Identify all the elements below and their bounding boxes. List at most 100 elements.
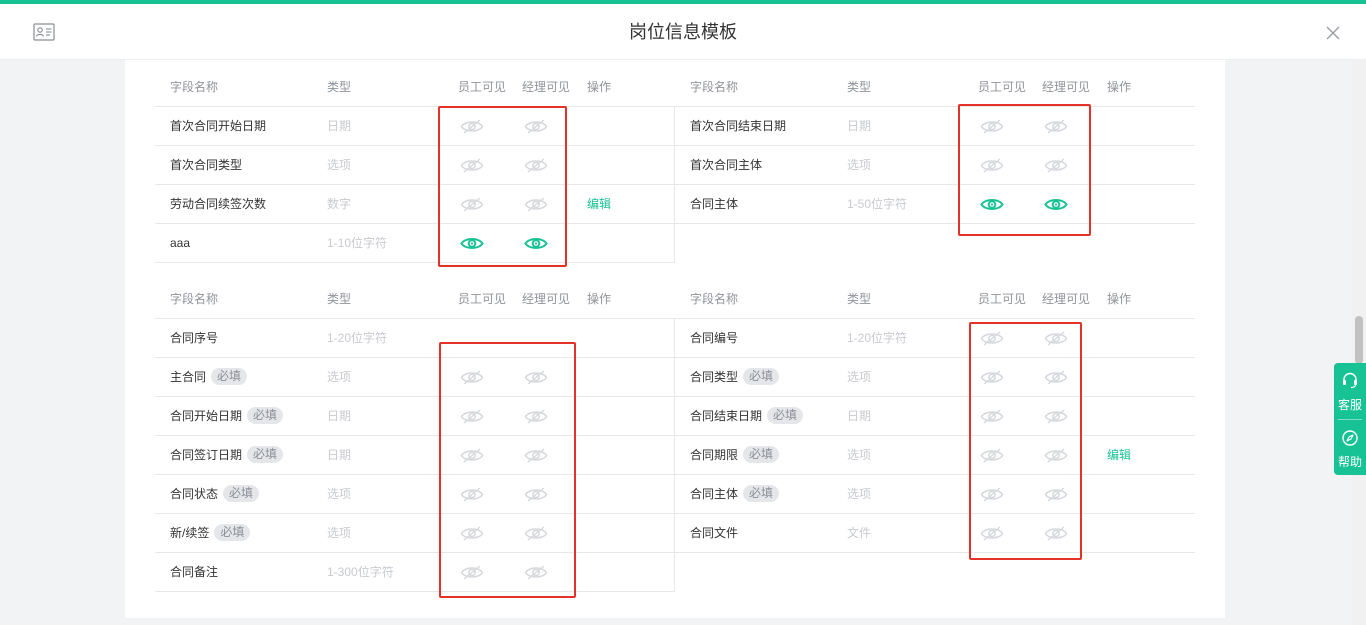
field-type: 选项: [847, 158, 872, 172]
table-row: 合同状态 必填 选项: [155, 475, 675, 514]
column-header-manager-visible: 经理可见: [1042, 292, 1091, 306]
required-badge: 必填: [211, 368, 248, 386]
column-header-manager-visible: 经理可见: [1042, 80, 1091, 94]
column-header-manager-visible: 经理可见: [522, 292, 571, 306]
table-row: 首次合同主体 选项: [675, 146, 1195, 185]
required-badge: 必填: [223, 485, 260, 503]
field-name-text: 合同文件: [690, 526, 739, 540]
field-name-text: 合同期限: [690, 448, 739, 462]
field-type: 日期: [327, 409, 352, 423]
field-name-text: 合同备注: [170, 565, 219, 579]
field-name-text: 首次合同结束日期: [690, 119, 787, 133]
field-name-text: 合同签订日期: [170, 448, 243, 462]
field-type: 日期: [327, 119, 352, 133]
field-name: 新/续签 必填: [170, 514, 251, 553]
column-divider: [674, 319, 675, 592]
field-type: 文件: [847, 526, 872, 540]
floating-help-panel: 客服 帮助: [1334, 363, 1366, 475]
float-divider: [1338, 419, 1362, 420]
column-divider: [674, 107, 675, 263]
table-row: 新/续签 必填 选项: [155, 514, 675, 553]
field-name-text: 合同结束日期: [690, 409, 763, 423]
field-type: 选项: [327, 526, 352, 540]
field-name: 合同开始日期 必填: [170, 397, 284, 436]
field-type: 1-20位字符: [847, 331, 908, 345]
field-name: 主合同 必填: [170, 358, 248, 397]
required-badge: 必填: [247, 407, 284, 425]
dialog-header: 岗位信息模板: [0, 4, 1366, 60]
dialog-title: 岗位信息模板: [629, 22, 737, 42]
field-name-text: 合同开始日期: [170, 409, 243, 423]
field-name: 合同备注: [170, 553, 218, 592]
column-header-name: 字段名称: [690, 292, 739, 306]
field-name: aaa: [170, 224, 190, 263]
field-template-panel: 字段名称 类型 员工可见 经理可见 操作 首次合同开始日期 日期 首次合同类型 选项 劳动合同续签…: [125, 60, 1225, 618]
field-name-text: 新/续签: [170, 526, 210, 540]
table-row: aaa 1-10位字符: [155, 224, 675, 263]
table-row: 主合同 必填 选项: [155, 358, 675, 397]
field-type: 选项: [327, 370, 352, 384]
highlight-box: [439, 342, 576, 598]
required-badge: 必填: [214, 524, 251, 542]
column-header-employee-visible: 员工可见: [978, 80, 1027, 94]
table-row: 合同编号 1-20位字符: [675, 319, 1195, 358]
field-name: 劳动合同续签次数: [170, 185, 266, 224]
table-row: 合同主体 必填 选项: [675, 475, 1195, 514]
required-badge: 必填: [743, 485, 780, 503]
field-type: 选项: [847, 370, 872, 384]
column-header-type: 类型: [847, 292, 872, 306]
field-name-text: 劳动合同续签次数: [170, 197, 267, 211]
column-header-type: 类型: [327, 80, 352, 94]
highlight-box: [438, 106, 567, 267]
table-row: 首次合同结束日期 日期: [675, 107, 1195, 146]
field-type: 选项: [847, 448, 872, 462]
field-name: 首次合同开始日期: [170, 107, 266, 146]
field-type: 数字: [327, 197, 352, 211]
edit-link[interactable]: 编辑: [587, 197, 611, 211]
table-header: 字段名称 类型 员工可见 经理可见 操作: [675, 280, 1195, 319]
customer-service-label: 客服: [1337, 398, 1362, 412]
column-header-name: 字段名称: [170, 80, 219, 94]
column-header-operation: 操作: [1107, 80, 1132, 94]
required-badge: 必填: [767, 407, 804, 425]
field-name: 合同状态 必填: [170, 475, 260, 514]
scrollbar-thumb[interactable]: [1355, 316, 1363, 364]
table-row: 合同开始日期 必填 日期: [155, 397, 675, 436]
column-header-operation: 操作: [587, 292, 612, 306]
column-header-name: 字段名称: [690, 80, 739, 94]
field-type: 日期: [847, 409, 872, 423]
field-name-text: 合同编号: [690, 331, 739, 345]
customer-service-button[interactable]: 客服: [1334, 363, 1366, 417]
field-name: 合同编号: [690, 319, 738, 358]
field-type: 选项: [327, 158, 352, 172]
table-row: 合同序号 1-20位字符: [155, 319, 675, 358]
field-name-text: 首次合同开始日期: [170, 119, 267, 133]
table-row: 合同结束日期 必填 日期: [675, 397, 1195, 436]
field-name-text: 合同类型: [690, 370, 739, 384]
field-type: 选项: [847, 487, 872, 501]
field-type: 1-50位字符: [847, 197, 908, 211]
column-header-operation: 操作: [587, 80, 612, 94]
field-name-text: 首次合同主体: [690, 158, 763, 172]
table-row: 首次合同开始日期 日期: [155, 107, 675, 146]
highlight-box: [969, 322, 1082, 560]
help-label: 帮助: [1337, 455, 1362, 469]
field-type: 1-300位字符: [327, 565, 394, 579]
field-name: 合同文件: [690, 514, 738, 553]
column-header-employee-visible: 员工可见: [978, 292, 1027, 306]
edit-link[interactable]: 编辑: [1107, 448, 1131, 462]
field-name-text: 主合同: [170, 370, 207, 384]
table-header: 字段名称 类型 员工可见 经理可见 操作: [675, 68, 1195, 107]
scrollbar[interactable]: [1352, 60, 1366, 625]
table-header: 字段名称 类型 员工可见 经理可见 操作: [155, 68, 675, 107]
column-header-employee-visible: 员工可见: [458, 80, 507, 94]
field-name-text: 合同主体: [690, 197, 739, 211]
compass-icon: [1342, 430, 1358, 446]
field-type: 选项: [327, 487, 352, 501]
operation-cell: 编辑: [587, 185, 611, 224]
help-button[interactable]: 帮助: [1334, 421, 1366, 475]
close-icon[interactable]: [1324, 24, 1342, 42]
field-name: 首次合同类型: [170, 146, 242, 185]
field-type: 日期: [327, 448, 352, 462]
field-name: 合同主体 必填: [690, 475, 780, 514]
